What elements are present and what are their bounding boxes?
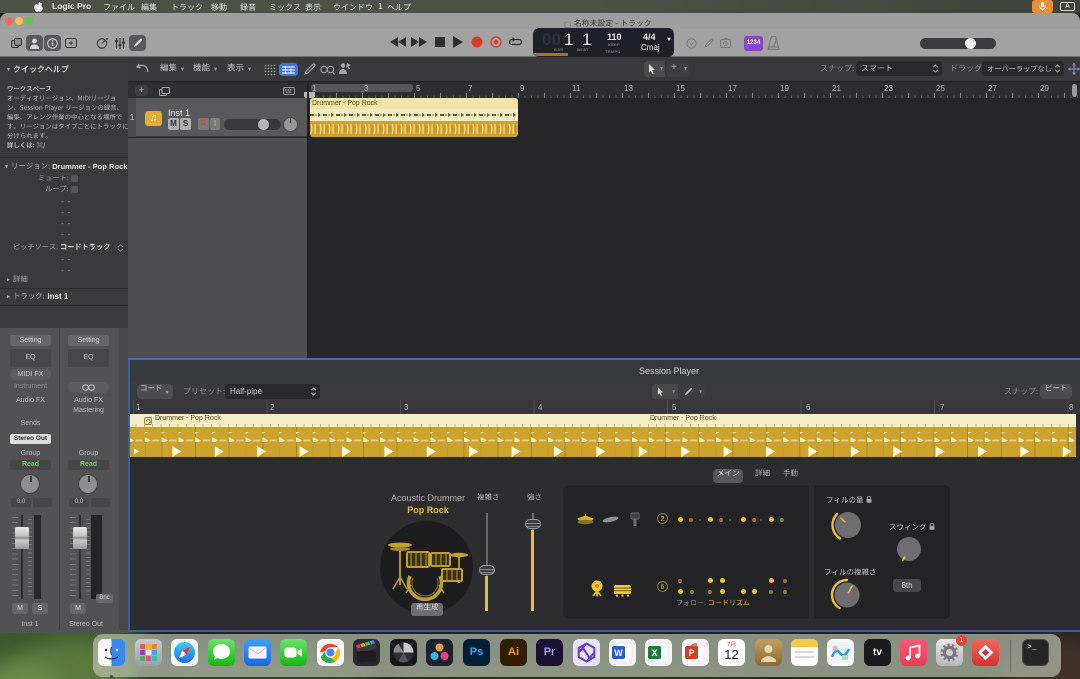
svg-text:W: W bbox=[614, 648, 623, 658]
svg-text:P: P bbox=[688, 648, 694, 658]
svg-text:X: X bbox=[651, 648, 657, 658]
